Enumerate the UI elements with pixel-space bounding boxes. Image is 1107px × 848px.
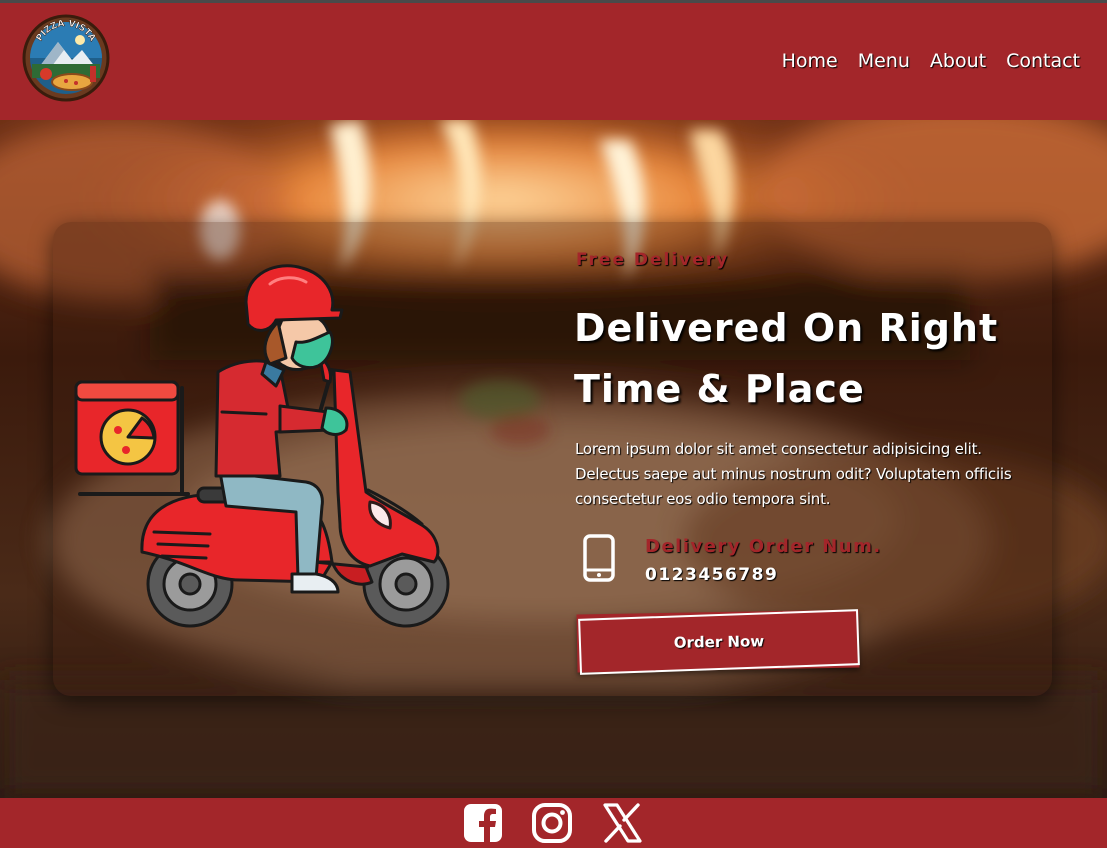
pizza-vista-logo[interactable]: PIZZA VISTA	[22, 14, 110, 102]
main-nav: Home Menu About Contact	[782, 50, 1080, 72]
hero-tagline: Free Delivery	[576, 250, 730, 270]
delivery-order-label: Delivery Order Num.	[645, 536, 882, 557]
nav-about[interactable]: About	[930, 50, 986, 72]
instagram-icon[interactable]	[530, 801, 574, 845]
hero-description: Lorem ipsum dolor sit amet consectetur a…	[575, 440, 1012, 508]
site-footer	[0, 798, 1107, 848]
nav-home[interactable]: Home	[782, 50, 838, 72]
phone-icon	[583, 534, 615, 582]
delivery-scooter-illustration	[74, 264, 450, 628]
nav-contact[interactable]: Contact	[1006, 50, 1080, 72]
order-button-label: Order Now	[673, 632, 765, 652]
hero-section: Free Delivery Delivered On Right Time & …	[0, 120, 1107, 798]
hero-headline: Delivered On Right Time & Place	[574, 306, 999, 411]
nav-menu[interactable]: Menu	[858, 50, 910, 72]
facebook-icon[interactable]	[461, 801, 505, 845]
x-icon[interactable]	[600, 801, 644, 845]
order-now-button[interactable]: Order Now	[576, 609, 861, 675]
delivery-order-number[interactable]: 0123456789	[645, 565, 778, 585]
site-header: PIZZA VISTA Home Menu About Contact	[0, 3, 1107, 120]
